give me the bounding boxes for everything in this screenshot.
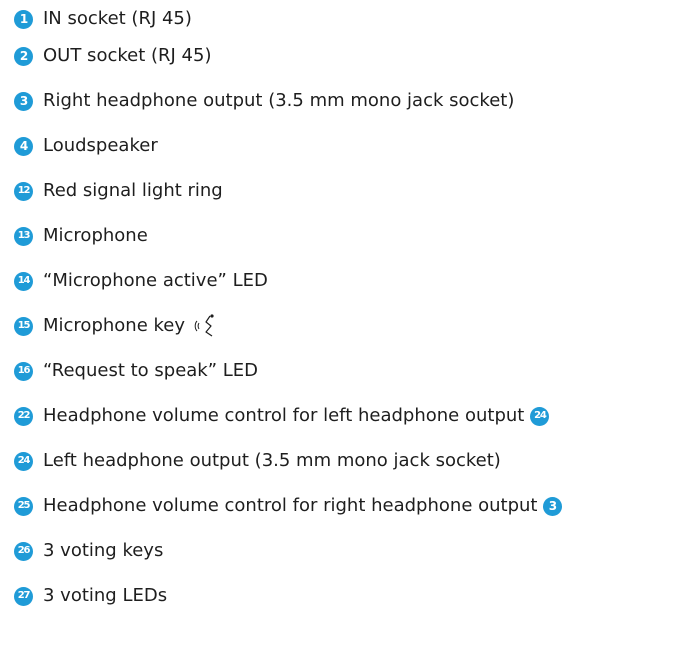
reference-badge: 24	[530, 406, 550, 426]
legend-item-text: 3 voting LEDs	[43, 585, 168, 606]
legend-item: 27 3 voting LEDs	[0, 581, 167, 611]
legend-item: 26 3 voting keys	[0, 536, 163, 566]
number-badge: 1	[14, 9, 33, 29]
legend-item: 15 Microphone key	[0, 311, 219, 341]
number-badge: 3	[14, 91, 33, 111]
legend-item-text: OUT socket (RJ 45)	[43, 45, 212, 66]
legend-item: 25 Headphone volume control for right he…	[0, 491, 563, 521]
number-badge: 25	[14, 496, 33, 516]
legend-item-text: Loudspeaker	[43, 135, 158, 156]
number-badge: 12	[14, 181, 33, 201]
legend-item-text: IN socket (RJ 45)	[43, 8, 192, 29]
legend-item-text: “Request to speak” LED	[43, 360, 259, 381]
legend-item-text: Headphone volume control for left headph…	[43, 405, 525, 426]
number-badge: 27	[14, 586, 33, 606]
legend-item: 12 Red signal light ring	[0, 176, 223, 206]
legend-item: 1 IN socket (RJ 45)	[0, 4, 192, 34]
legend-item: 16 “Request to speak” LED	[0, 356, 258, 386]
legend-item: 13 Microphone	[0, 221, 148, 251]
legend-item: 3 Right headphone output (3.5 mm mono ja…	[0, 86, 514, 116]
legend-item-text: “Microphone active” LED	[43, 270, 268, 291]
number-badge: 15	[14, 316, 33, 336]
legend-item: 24 Left headphone output (3.5 mm mono ja…	[0, 446, 501, 476]
legend-item-text: 3 voting keys	[43, 540, 164, 561]
number-badge: 22	[14, 406, 33, 426]
legend-item: 14 “Microphone active” LED	[0, 266, 268, 296]
number-badge: 2	[14, 46, 33, 66]
legend-item-text: Headphone volume control for right headp…	[43, 495, 538, 516]
legend-item: 2 OUT socket (RJ 45)	[0, 41, 211, 71]
legend-item-text: Red signal light ring	[43, 180, 223, 201]
number-badge: 26	[14, 541, 33, 561]
legend-item: 22 Headphone volume control for left hea…	[0, 401, 550, 431]
legend-item-text: Microphone key	[43, 315, 186, 336]
number-badge: 13	[14, 226, 33, 246]
microphone-key-icon	[194, 314, 214, 337]
number-badge: 14	[14, 271, 33, 291]
legend-item-text: Right headphone output (3.5 mm mono jack…	[43, 90, 515, 111]
reference-badge: 3	[543, 496, 563, 516]
number-badge: 16	[14, 361, 33, 381]
number-badge: 24	[14, 451, 33, 471]
legend-item-text: Microphone	[43, 225, 148, 246]
number-badge: 4	[14, 136, 33, 156]
legend-item: 4 Loudspeaker	[0, 131, 158, 161]
legend-item-text: Left headphone output (3.5 mm mono jack …	[43, 450, 501, 471]
